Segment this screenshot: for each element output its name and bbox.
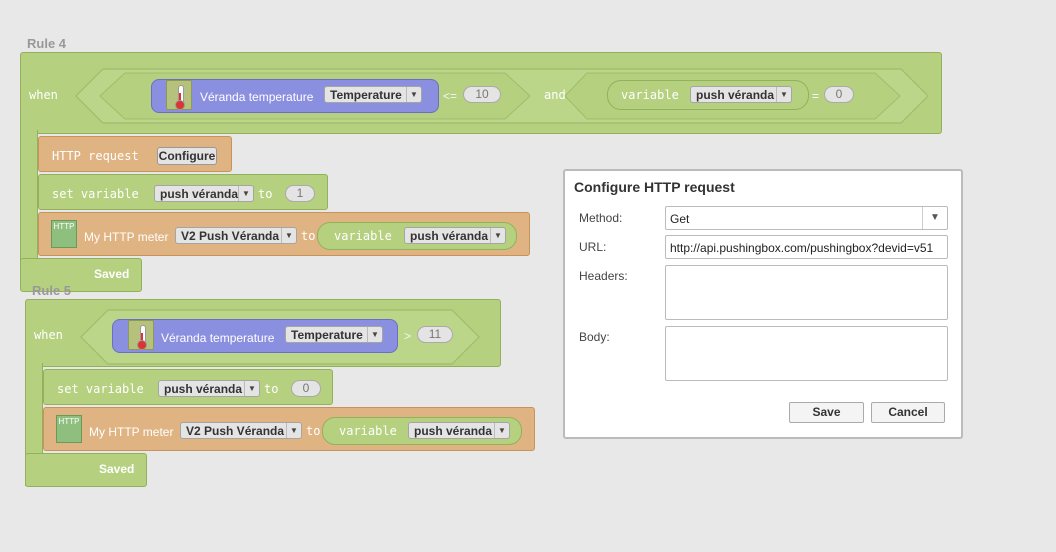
body-textarea[interactable] xyxy=(665,326,948,381)
set-variable-dropdown[interactable]: push véranda ▼ xyxy=(154,185,254,202)
operator-eq: = xyxy=(812,89,820,103)
rule-4-title: Rule 4 xyxy=(27,36,67,51)
method-label: Method: xyxy=(579,211,623,225)
variable-keyword: variable xyxy=(621,88,679,102)
sensor-name: Véranda temperature xyxy=(200,90,314,104)
chevron-down-icon: ▼ xyxy=(922,207,947,229)
rule-5-title: Rule 5 xyxy=(32,283,72,298)
meter-property-dropdown[interactable]: V2 Push Véranda ▼ xyxy=(175,227,297,244)
url-value: http://api.pushingbox.com/pushingbox?dev… xyxy=(670,241,934,255)
chevron-down-icon: ▼ xyxy=(286,423,301,438)
meter-variable-keyword: variable xyxy=(334,229,392,243)
saved-status: Saved xyxy=(99,462,135,476)
to-label: to xyxy=(301,229,316,243)
compare-value[interactable]: 0 xyxy=(824,86,854,103)
thermometer-icon xyxy=(166,80,192,110)
when-label: when xyxy=(29,88,58,102)
chevron-down-icon: ▼ xyxy=(776,87,791,102)
meter-property-dropdown[interactable]: V2 Push Véranda ▼ xyxy=(180,422,302,439)
save-button[interactable]: Save xyxy=(789,402,864,423)
set-value[interactable]: 0 xyxy=(291,380,321,397)
headers-label: Headers: xyxy=(579,269,628,283)
set-variable-value: push véranda xyxy=(164,382,243,396)
method-select[interactable]: Get ▼ xyxy=(665,206,948,230)
http-icon: HTTP xyxy=(56,415,82,443)
saved-status: Saved xyxy=(94,267,130,281)
threshold-value[interactable]: 10 xyxy=(463,86,501,103)
method-value: Get xyxy=(670,212,690,226)
set-variable-label: set variable xyxy=(57,382,144,396)
meter-property-value: V2 Push Véranda xyxy=(181,229,280,243)
meter-variable-dropdown[interactable]: push véranda ▼ xyxy=(404,227,506,244)
when-label: when xyxy=(34,328,63,342)
to-label: to xyxy=(306,424,321,438)
meter-variable-dropdown[interactable]: push véranda ▼ xyxy=(408,422,510,439)
dialog-title: Configure HTTP request xyxy=(574,179,735,195)
chevron-down-icon: ▼ xyxy=(406,87,421,102)
sensor-property-dropdown[interactable]: Temperature ▼ xyxy=(324,86,422,103)
headers-textarea[interactable] xyxy=(665,265,948,320)
thermometer-icon xyxy=(128,320,154,350)
configure-http-dialog: Configure HTTP request Method: Get ▼ URL… xyxy=(563,169,963,439)
chevron-down-icon: ▼ xyxy=(490,228,505,243)
body-label: Body: xyxy=(579,330,610,344)
http-request-label: HTTP request xyxy=(52,149,139,163)
sensor-property-value: Temperature xyxy=(330,88,402,102)
to-label: to xyxy=(264,382,279,396)
chevron-down-icon: ▼ xyxy=(244,381,259,396)
set-variable-dropdown[interactable]: push véranda ▼ xyxy=(158,380,260,397)
url-label: URL: xyxy=(579,240,607,254)
and-label: and xyxy=(544,88,566,102)
operator-lte: <= xyxy=(443,89,458,103)
meter-variable-keyword: variable xyxy=(339,424,397,438)
meter-variable-value: push véranda xyxy=(410,229,489,243)
threshold-value[interactable]: 11 xyxy=(417,326,453,343)
sensor-name: Véranda temperature xyxy=(161,331,275,345)
operator-gt: > xyxy=(404,329,412,343)
url-input[interactable]: http://api.pushingbox.com/pushingbox?dev… xyxy=(665,235,948,259)
meter-name: My HTTP meter xyxy=(89,425,174,439)
variable-dropdown[interactable]: push véranda ▼ xyxy=(690,86,792,103)
variable-value: push véranda xyxy=(696,88,775,102)
chevron-down-icon: ▼ xyxy=(367,327,382,342)
chevron-down-icon: ▼ xyxy=(494,423,509,438)
sensor-property-value: Temperature xyxy=(291,328,363,342)
meter-name: My HTTP meter xyxy=(84,230,169,244)
configure-button[interactable]: Configure xyxy=(157,147,217,165)
to-label: to xyxy=(258,187,273,201)
set-variable-label: set variable xyxy=(52,187,139,201)
meter-property-value: V2 Push Véranda xyxy=(186,424,285,438)
sensor-property-dropdown[interactable]: Temperature ▼ xyxy=(285,326,383,343)
set-variable-value: push véranda xyxy=(160,187,239,201)
meter-variable-value: push véranda xyxy=(414,424,493,438)
cancel-button[interactable]: Cancel xyxy=(871,402,945,423)
chevron-down-icon: ▼ xyxy=(281,228,296,243)
chevron-down-icon: ▼ xyxy=(238,186,253,201)
http-icon: HTTP xyxy=(51,220,77,248)
set-value[interactable]: 1 xyxy=(285,185,315,202)
